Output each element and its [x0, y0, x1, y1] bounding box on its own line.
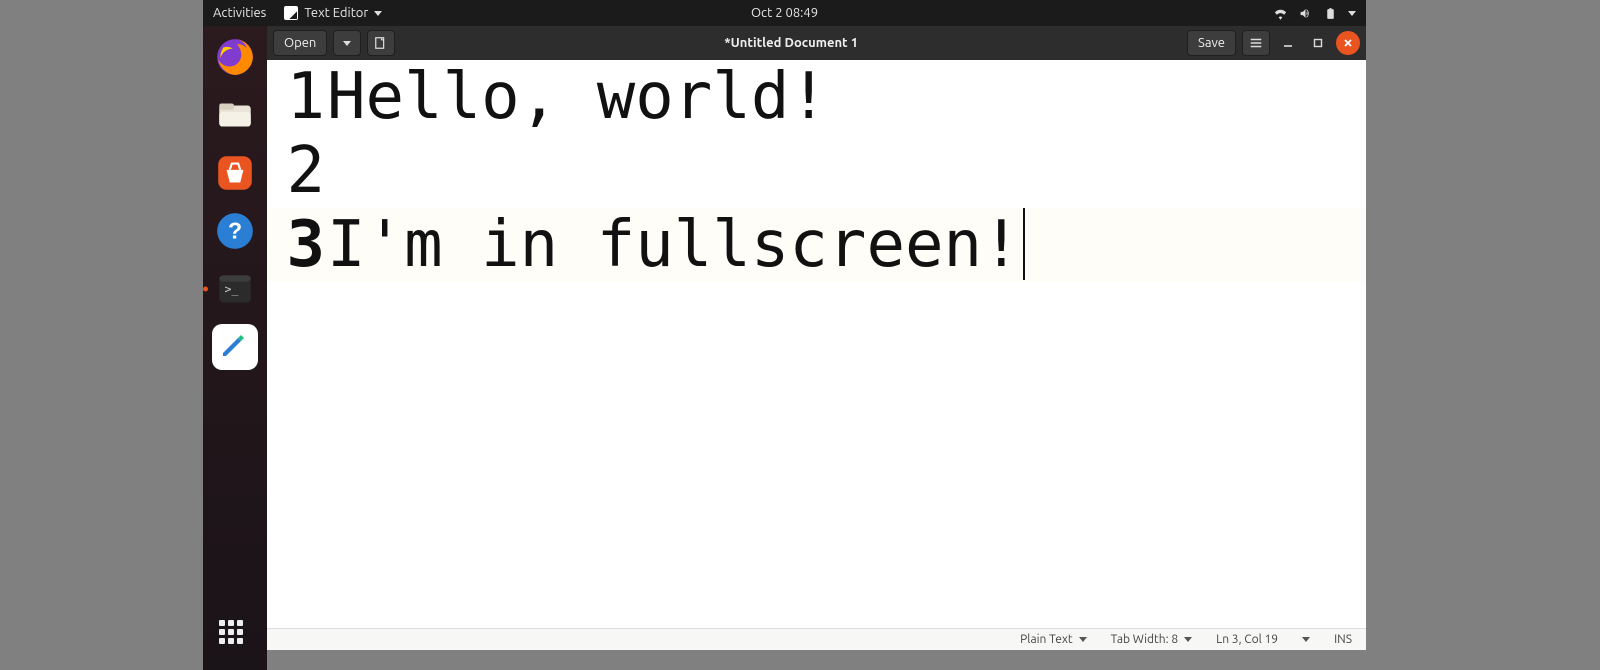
- cursor-position[interactable]: Ln 3, Col 19: [1216, 633, 1278, 646]
- volume-icon: [1298, 7, 1313, 20]
- editor-line[interactable]: 1 Hello, world!: [267, 60, 1366, 134]
- save-button[interactable]: Save: [1187, 30, 1236, 56]
- dock-terminal[interactable]: >_: [212, 266, 258, 312]
- new-tab-button[interactable]: [367, 30, 395, 56]
- hamburger-menu-button[interactable]: [1242, 30, 1270, 56]
- restore-icon: [1312, 37, 1324, 49]
- wifi-icon: [1273, 7, 1288, 20]
- dock-help[interactable]: ?: [212, 208, 258, 254]
- chevron-down-icon: [374, 11, 382, 16]
- svg-text:?: ?: [228, 217, 242, 243]
- gnome-top-bar: Activities Text Editor Oct 2 08:49: [203, 0, 1366, 26]
- tab-width-label: Tab Width: 8: [1111, 633, 1178, 646]
- syntax-label: Plain Text: [1020, 633, 1073, 646]
- cursor-position-label: Ln 3, Col 19: [1216, 633, 1278, 646]
- minimize-button[interactable]: [1276, 31, 1300, 55]
- dock-files[interactable]: [212, 92, 258, 138]
- status-bar: Plain Text Tab Width: 8 Ln 3, Col 19 INS: [267, 628, 1366, 650]
- hamburger-icon: [1249, 36, 1263, 50]
- window-title: *Untitled Document 1: [401, 36, 1181, 50]
- line-number: 3: [267, 208, 327, 282]
- open-recent-button[interactable]: [333, 30, 361, 56]
- new-document-icon: [374, 36, 388, 50]
- editor-area[interactable]: 1 Hello, world! 2 3 I'm in fullscreen!: [267, 60, 1366, 628]
- header-bar: Open *Untitled Document 1 Save: [267, 26, 1366, 60]
- chevron-down-icon[interactable]: [1302, 637, 1310, 642]
- line-text[interactable]: Hello, world!: [327, 60, 828, 134]
- dock-text-editor[interactable]: [212, 324, 258, 370]
- tab-width-selector[interactable]: Tab Width: 8: [1111, 633, 1192, 646]
- app-menu[interactable]: Text Editor: [284, 6, 382, 20]
- close-button[interactable]: [1336, 31, 1360, 55]
- line-number: 1: [267, 60, 327, 134]
- dock-firefox[interactable]: [212, 34, 258, 80]
- activities-button[interactable]: Activities: [213, 6, 266, 20]
- insert-mode[interactable]: INS: [1334, 633, 1352, 646]
- text-editor-window: Open *Untitled Document 1 Save 1 Hello, …: [267, 26, 1366, 650]
- app-menu-label: Text Editor: [304, 6, 368, 20]
- line-number: 2: [267, 134, 327, 208]
- open-button[interactable]: Open: [273, 30, 327, 56]
- syntax-selector[interactable]: Plain Text: [1020, 633, 1087, 646]
- chevron-down-icon: [1348, 11, 1356, 16]
- restore-button[interactable]: [1306, 31, 1330, 55]
- chevron-down-icon: [343, 41, 351, 46]
- clock[interactable]: Oct 2 08:49: [751, 6, 818, 20]
- svg-text:>_: >_: [225, 282, 239, 296]
- chevron-down-icon: [1079, 637, 1087, 642]
- system-status-area[interactable]: [1273, 7, 1356, 20]
- minimize-icon: [1282, 37, 1294, 49]
- chevron-down-icon: [1184, 637, 1192, 642]
- close-icon: [1342, 37, 1354, 49]
- editor-line[interactable]: 3 I'm in fullscreen!: [267, 208, 1366, 282]
- text-editor-icon: [284, 6, 298, 20]
- editor-line[interactable]: 2: [267, 134, 1366, 208]
- battery-icon: [1323, 7, 1338, 20]
- show-apps-button[interactable]: [219, 620, 251, 652]
- line-text[interactable]: I'm in fullscreen!: [327, 208, 1025, 282]
- dock: ? >_: [203, 26, 267, 670]
- dock-software[interactable]: [212, 150, 258, 196]
